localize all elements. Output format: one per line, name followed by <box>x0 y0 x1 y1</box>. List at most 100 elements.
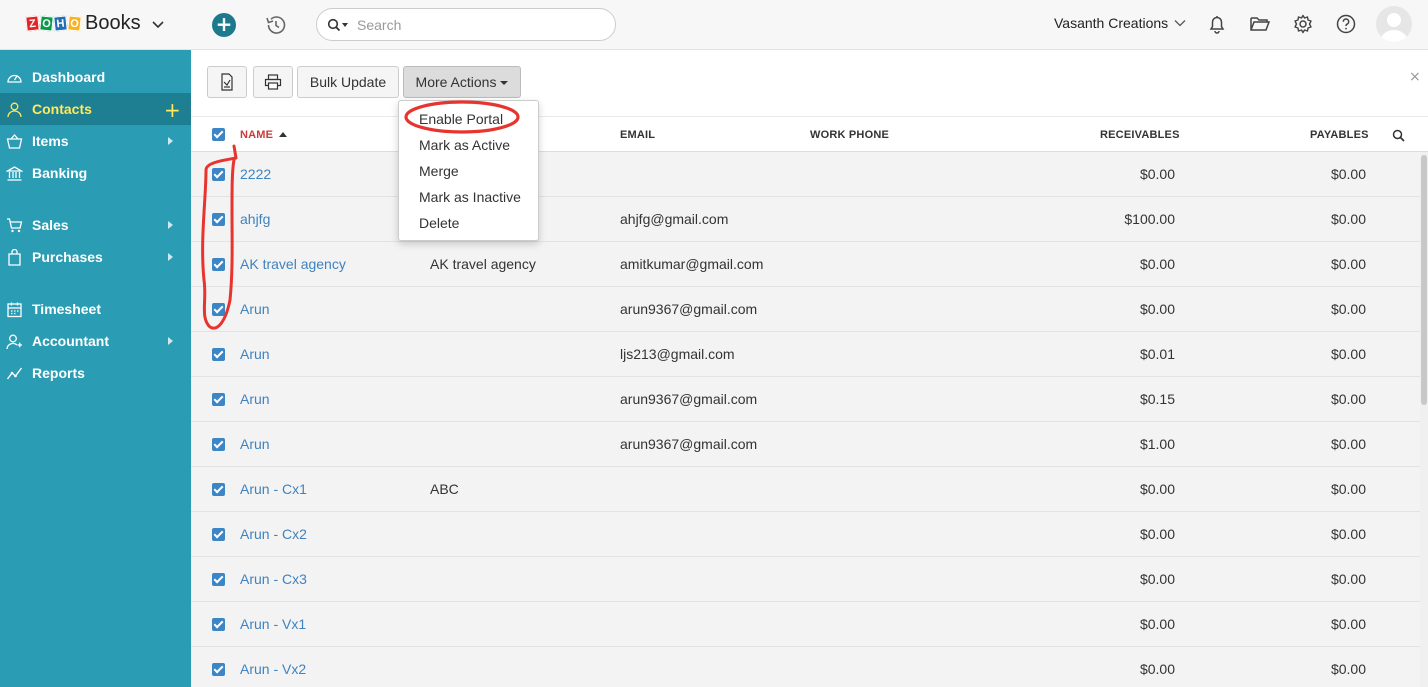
search-input[interactable] <box>357 16 597 33</box>
contact-name-link[interactable]: Arun <box>240 391 270 407</box>
sidebar-item-dashboard[interactable]: Dashboard <box>0 61 191 93</box>
history-icon[interactable] <box>264 13 288 37</box>
more-actions-button[interactable]: More Actions <box>403 66 521 98</box>
contact-name-link[interactable]: AK travel agency <box>240 256 346 272</box>
table-row[interactable]: Arun ljs213@gmail.com $0.01 $0.00 <box>191 332 1428 377</box>
table-row[interactable]: Arun - Vx2 $0.00 $0.00 <box>191 647 1428 687</box>
row-checkbox[interactable] <box>212 258 225 271</box>
row-checkbox[interactable] <box>212 573 225 586</box>
add-contact-button[interactable]: + <box>164 98 181 122</box>
print-button[interactable] <box>253 66 293 98</box>
menu-item-delete[interactable]: Delete <box>419 215 459 231</box>
sidebar-item-purchases[interactable]: Purchases <box>0 241 191 273</box>
table-row[interactable]: Arun - Cx1 ABC $0.00 $0.00 <box>191 467 1428 512</box>
contacts-table: NAME EMAIL WORK PHONE RECEIVABLES PAYABL… <box>191 116 1428 687</box>
export-button[interactable] <box>207 66 247 98</box>
table-row[interactable]: Arun - Cx2 $0.00 $0.00 <box>191 512 1428 557</box>
table-row[interactable]: Arun - Cx3 $0.00 $0.00 <box>191 557 1428 602</box>
row-checkbox[interactable] <box>212 393 225 406</box>
org-switcher[interactable]: Vasanth Creations <box>1054 15 1186 31</box>
brand[interactable]: ZOHO Books <box>25 12 165 35</box>
sort-asc-icon <box>279 132 288 137</box>
table-row[interactable]: Arun - Vx1 $0.00 $0.00 <box>191 602 1428 647</box>
search-icon[interactable] <box>327 18 349 32</box>
sidebar-item-sales[interactable]: Sales <box>0 209 191 241</box>
contact-name-link[interactable]: Arun <box>240 436 270 452</box>
row-checkbox[interactable] <box>212 483 225 496</box>
row-checkbox[interactable] <box>212 618 225 631</box>
search-icon[interactable] <box>1392 129 1405 142</box>
bell-icon[interactable] <box>1206 13 1228 35</box>
row-checkbox[interactable] <box>212 528 225 541</box>
receivables-amount: $0.01 <box>1139 346 1175 362</box>
org-name: Vasanth Creations <box>1054 15 1169 31</box>
row-checkbox[interactable] <box>212 213 225 226</box>
contact-name-link[interactable]: ahjfg <box>240 211 270 227</box>
sidebar-item-contacts[interactable]: Contacts + <box>0 93 191 125</box>
row-checkbox[interactable] <box>212 348 225 361</box>
menu-item-mark-as-inactive[interactable]: Mark as Inactive <box>419 189 521 205</box>
row-checkbox[interactable] <box>212 303 225 316</box>
sidebar-item-timesheet[interactable]: Timesheet <box>0 293 191 325</box>
contact-name-link[interactable]: Arun - Vx2 <box>240 661 306 677</box>
receivables-amount: $0.00 <box>1139 256 1175 272</box>
table-row[interactable]: Arun arun9367@gmail.com $1.00 $0.00 <box>191 422 1428 467</box>
contact-name-link[interactable]: 2222 <box>240 166 271 182</box>
receivables-amount: $100.00 <box>1124 211 1175 227</box>
sidebar-item-items[interactable]: Items <box>0 125 191 157</box>
column-header-payables[interactable]: PAYABLES <box>1310 129 1369 141</box>
dashboard-icon <box>7 74 22 83</box>
column-header-name[interactable]: NAME <box>240 129 288 141</box>
contact-name-link[interactable]: Arun - Cx1 <box>240 481 307 497</box>
sidebar-item-label: Timesheet <box>32 301 101 317</box>
row-checkbox[interactable] <box>212 168 225 181</box>
column-header-work-phone[interactable]: WORK PHONE <box>810 129 889 141</box>
table-row[interactable]: ahjfg ahjfg@gmail.com $100.00 $0.00 <box>191 197 1428 242</box>
sidebar-item-reports[interactable]: Reports <box>0 357 191 389</box>
table-row[interactable]: Arun arun9367@gmail.com $0.00 $0.00 <box>191 287 1428 332</box>
receivables-amount: $0.00 <box>1139 481 1175 497</box>
close-icon[interactable]: × <box>1409 69 1421 85</box>
payables-amount: $0.00 <box>1330 256 1366 272</box>
calendar-icon <box>7 302 22 318</box>
scrollbar-thumb[interactable] <box>1421 155 1427 405</box>
menu-item-enable-portal[interactable]: Enable Portal <box>419 111 503 127</box>
menu-item-merge[interactable]: Merge <box>419 163 459 179</box>
row-checkbox[interactable] <box>212 438 225 451</box>
menu-item-mark-as-active[interactable]: Mark as Active <box>419 137 510 153</box>
folder-icon[interactable] <box>1249 13 1271 35</box>
column-header-receivables[interactable]: RECEIVABLES <box>1100 129 1180 141</box>
chevron-down-icon[interactable] <box>151 17 165 31</box>
contact-email: arun9367@gmail.com <box>620 391 758 407</box>
payables-amount: $0.00 <box>1330 481 1366 497</box>
basket-icon <box>6 134 23 149</box>
contact-name-link[interactable]: Arun <box>240 301 270 317</box>
contact-name-link[interactable]: Arun - Cx3 <box>240 571 307 587</box>
row-checkbox[interactable] <box>212 663 225 676</box>
receivables-amount: $0.00 <box>1139 301 1175 317</box>
avatar[interactable] <box>1376 6 1412 42</box>
table-row[interactable]: 2222 $0.00 $0.00 <box>191 152 1428 197</box>
sidebar-item-banking[interactable]: Banking <box>0 157 191 189</box>
table-row[interactable]: Arun arun9367@gmail.com $0.15 $0.00 <box>191 377 1428 422</box>
gear-icon[interactable] <box>1292 13 1314 35</box>
contact-name-link[interactable]: Arun - Cx2 <box>240 526 307 542</box>
zoho-logo-letter: O <box>39 15 54 32</box>
bulk-update-button[interactable]: Bulk Update <box>297 66 399 98</box>
select-all-checkbox[interactable] <box>212 128 225 141</box>
payables-amount: $0.00 <box>1330 526 1366 542</box>
search-box[interactable] <box>316 8 616 41</box>
contact-name-link[interactable]: Arun <box>240 346 270 362</box>
table-header: NAME EMAIL WORK PHONE RECEIVABLES PAYABL… <box>191 116 1428 152</box>
receivables-amount: $0.00 <box>1139 616 1175 632</box>
column-header-email[interactable]: EMAIL <box>620 129 655 141</box>
sidebar-item-accountant[interactable]: Accountant <box>0 325 191 357</box>
payables-amount: $0.00 <box>1330 346 1366 362</box>
contact-name-link[interactable]: Arun - Vx1 <box>240 616 306 632</box>
table-row[interactable]: AK travel agency AK travel agency amitkuma… <box>191 242 1428 287</box>
sidebar-item-label: Sales <box>32 217 69 233</box>
zoho-logo-letter: H <box>53 15 68 32</box>
contact-email: arun9367@gmail.com <box>620 436 758 452</box>
help-icon[interactable] <box>1335 13 1357 35</box>
quick-create-button[interactable]: + <box>212 13 236 37</box>
